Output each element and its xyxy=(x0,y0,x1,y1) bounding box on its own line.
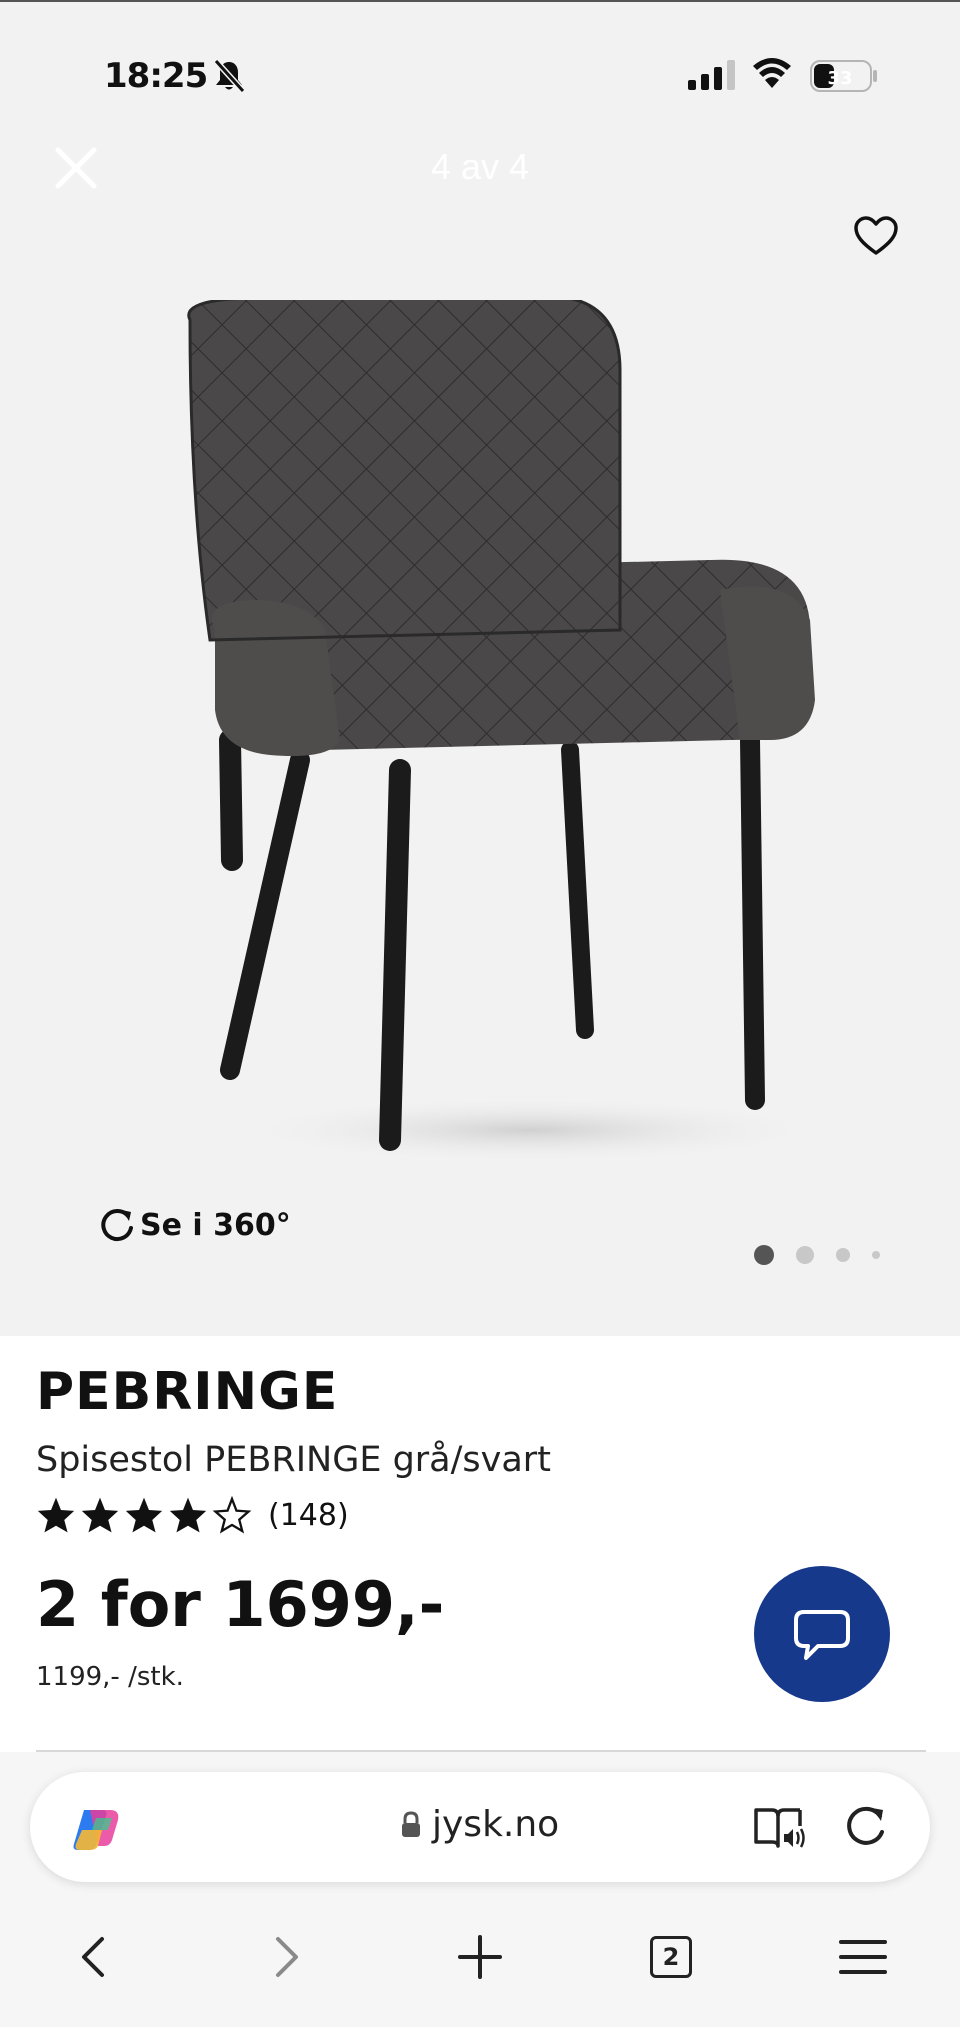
product-description: Spisestol PEBRINGE grå/svart xyxy=(36,1440,551,1480)
copilot-icon[interactable] xyxy=(68,1800,124,1856)
pagination-dot[interactable] xyxy=(836,1248,850,1262)
gallery-counter: 4 av 4 xyxy=(430,146,530,187)
view-360-label: Se i 360° xyxy=(140,1207,291,1243)
pagination-dot[interactable] xyxy=(872,1251,880,1259)
lock-icon xyxy=(402,1810,420,1837)
forward-button[interactable] xyxy=(252,1922,322,1992)
star-filled-icon xyxy=(81,1497,119,1533)
signal-icon xyxy=(688,60,735,90)
url-text: jysk.no xyxy=(432,1804,560,1845)
menu-button[interactable] xyxy=(828,1922,898,1992)
unit-price: 1199,- /stk. xyxy=(36,1662,184,1692)
menu-icon xyxy=(839,1940,887,1974)
product-image-chair xyxy=(187,300,830,1160)
reload-icon[interactable] xyxy=(840,1802,890,1852)
browser-nav: 2 xyxy=(0,1922,960,2002)
product-image-gallery[interactable]: 18:25 33 4 av 4 Se i 360° xyxy=(0,0,960,1336)
back-icon xyxy=(82,1937,104,1977)
tabs-button[interactable]: 2 xyxy=(636,1922,706,1992)
wifi-icon xyxy=(753,58,791,88)
tabs-icon: 2 xyxy=(650,1936,692,1978)
forward-icon xyxy=(276,1937,298,1977)
status-bar: 18:25 33 xyxy=(0,50,960,106)
review-count[interactable]: (148) xyxy=(268,1498,349,1533)
url-display[interactable]: jysk.no xyxy=(400,1804,559,1845)
reader-aloud-icon[interactable] xyxy=(750,1802,806,1854)
view-360-button[interactable]: Se i 360° xyxy=(98,1202,291,1248)
star-filled-icon xyxy=(125,1497,163,1533)
status-time: 18:25 xyxy=(104,56,208,96)
browser-toolbar: jysk.no 2 xyxy=(0,1752,960,2027)
pagination-dot[interactable] xyxy=(796,1246,814,1264)
chat-button[interactable] xyxy=(754,1566,890,1702)
pagination-dot-active[interactable] xyxy=(754,1245,774,1265)
tab-count: 2 xyxy=(662,1943,680,1971)
star-empty-icon xyxy=(212,1496,252,1534)
battery-icon: 33 xyxy=(810,60,877,92)
product-name: PEBRINGE xyxy=(36,1362,339,1422)
product-rating[interactable]: (148) xyxy=(36,1496,349,1534)
bell-slash-icon xyxy=(213,58,246,94)
new-tab-button[interactable] xyxy=(445,1922,515,1992)
chat-bubble-icon xyxy=(794,1610,850,1660)
new-tab-icon xyxy=(458,1935,502,1979)
back-button[interactable] xyxy=(58,1922,128,1992)
product-price: 2 for 1699,- xyxy=(36,1568,445,1641)
star-filled-icon xyxy=(37,1497,75,1533)
rotate-icon xyxy=(101,1209,133,1242)
close-icon[interactable] xyxy=(50,142,102,194)
top-edge-line xyxy=(0,0,960,2)
battery-level: 33 xyxy=(827,68,852,89)
star-filled-icon xyxy=(169,1497,207,1533)
heart-icon[interactable] xyxy=(852,212,900,260)
gallery-pagination xyxy=(754,1245,880,1265)
address-bar[interactable]: jysk.no xyxy=(30,1772,930,1882)
